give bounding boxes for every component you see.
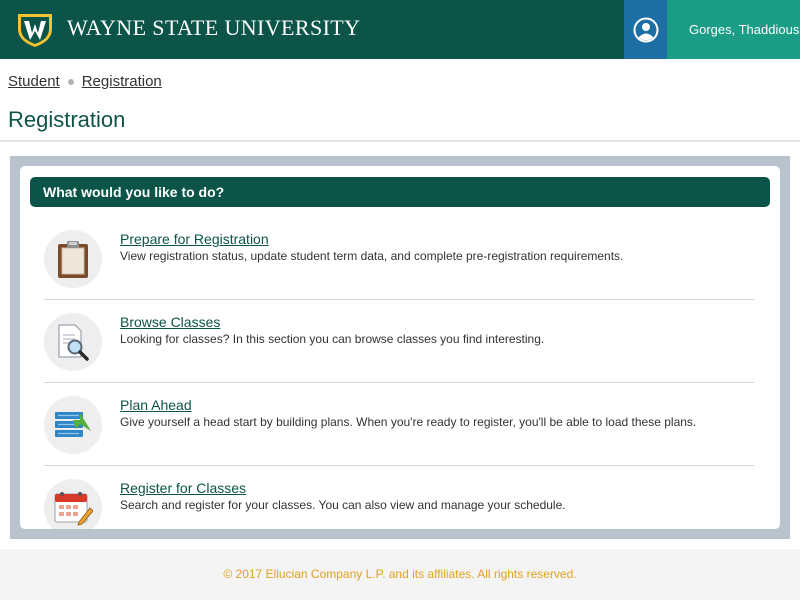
user-name[interactable]: Gorges, Thaddious: [689, 22, 799, 37]
divider: [0, 140, 800, 142]
option-prepare-registration: Prepare for Registration View registrati…: [44, 217, 754, 300]
plan-list-arrow-icon[interactable]: [44, 396, 102, 454]
clipboard-icon[interactable]: [44, 230, 102, 288]
plan-ahead-link[interactable]: Plan Ahead: [120, 397, 192, 413]
top-banner: WAYNE STATE UNIVERSITY Gorges, Thaddious: [0, 0, 800, 59]
panel-header-text: What would you like to do?: [43, 184, 225, 200]
calendar-pencil-icon[interactable]: [44, 479, 102, 529]
main-panel-frame: What would you like to do? Prepare for R…: [10, 156, 790, 539]
plan-ahead-desc: Give yourself a head start by building p…: [120, 415, 697, 429]
breadcrumb-separator: [67, 78, 74, 85]
breadcrumb-student[interactable]: Student: [8, 73, 60, 90]
breadcrumb-registration[interactable]: Registration: [82, 73, 162, 90]
user-avatar-button[interactable]: [624, 0, 667, 59]
page-title: Registration: [8, 107, 126, 132]
wayne-state-logo-icon[interactable]: [16, 11, 54, 48]
university-name: WAYNE STATE UNIVERSITY: [67, 15, 361, 40]
register-classes-link[interactable]: Register for Classes: [120, 480, 246, 496]
panel-header: What would you like to do?: [30, 177, 770, 207]
main-panel: What would you like to do? Prepare for R…: [20, 166, 780, 529]
magnifier-document-icon[interactable]: [44, 313, 102, 371]
footer: © 2017 Ellucian Company L.P. and its aff…: [0, 549, 800, 600]
user-avatar-icon: [633, 17, 658, 42]
browse-classes-desc: Looking for classes? In this section you…: [120, 332, 545, 346]
prepare-registration-link[interactable]: Prepare for Registration: [120, 231, 269, 247]
register-classes-desc: Search and register for your classes. Yo…: [120, 498, 566, 512]
option-register-classes: Register for Classes Search and register…: [44, 466, 754, 529]
option-browse-classes: Browse Classes Looking for classes? In t…: [44, 300, 754, 383]
prepare-registration-desc: View registration status, update student…: [120, 249, 624, 263]
browse-classes-link[interactable]: Browse Classes: [120, 314, 220, 330]
user-menu[interactable]: Gorges, Thaddious: [667, 0, 800, 59]
option-plan-ahead: Plan Ahead Give yourself a head start by…: [44, 383, 754, 466]
copyright-text: © 2017 Ellucian Company L.P. and its aff…: [223, 567, 577, 581]
breadcrumb: Student Registration: [8, 73, 162, 90]
